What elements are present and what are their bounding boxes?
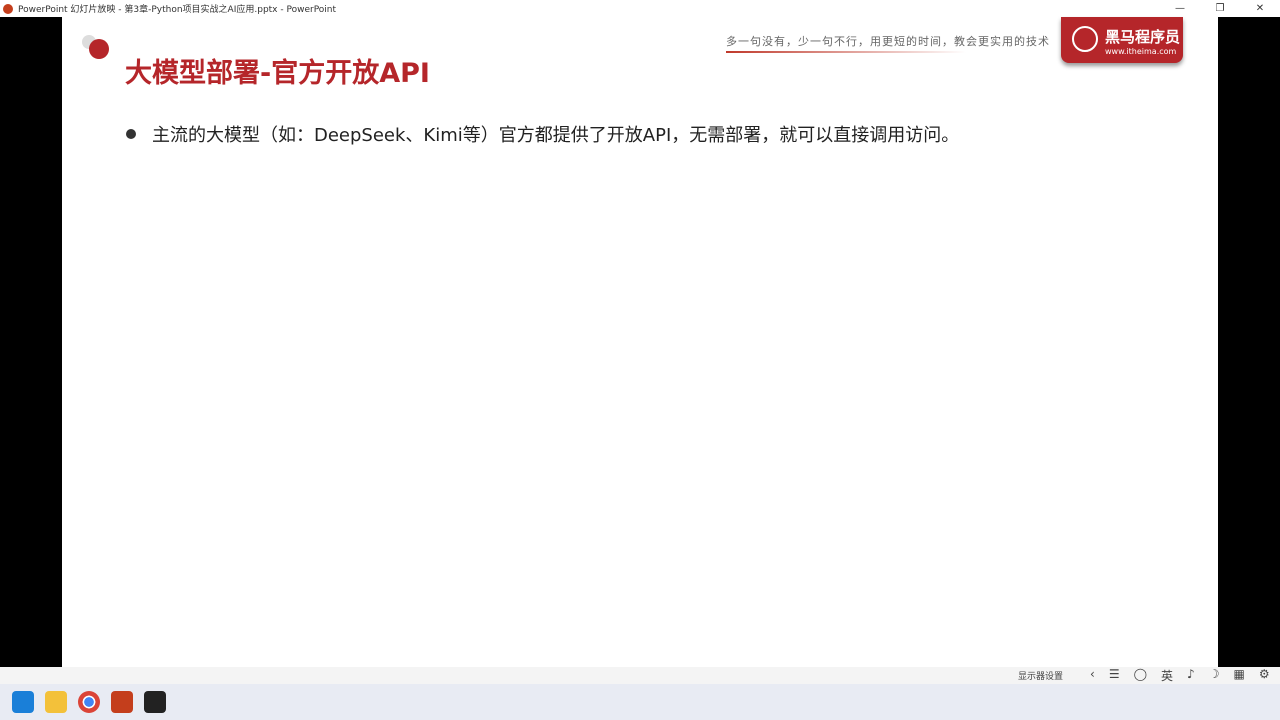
window-title: PowerPoint 幻灯片放映 - 第3章-Python项目实战之AI应用.p…: [18, 5, 337, 15]
ime-language-icon[interactable]: 英: [1161, 667, 1173, 684]
bullet-dot-icon: [126, 129, 136, 139]
chrome-icon[interactable]: [78, 691, 100, 713]
horse-logo-icon: [1072, 26, 1098, 52]
settings-gear-icon[interactable]: ⚙: [1259, 667, 1270, 684]
menu-icon[interactable]: ☰: [1109, 667, 1120, 684]
slideshow-controls: 显示器设置 ‹ ☰ ◯ 英 ♪ ☽ ▦ ⚙: [0, 667, 1280, 684]
moon-icon[interactable]: ☽: [1209, 667, 1220, 684]
keyboard-icon[interactable]: ▦: [1233, 667, 1244, 684]
slide: 大模型部署-官方开放API 多一句没有，少一句不行，用更短的时间，教会更实用的技…: [62, 17, 1218, 667]
motto-underline: [726, 51, 966, 53]
terminal-icon[interactable]: [144, 691, 166, 713]
brand-name: 黑马程序员: [1105, 28, 1181, 46]
display-settings-button[interactable]: 显示器设置: [1018, 669, 1063, 682]
prev-button[interactable]: ‹: [1090, 667, 1095, 684]
powerpoint-icon[interactable]: [111, 691, 133, 713]
decor-dot-red: [89, 39, 109, 59]
powerpoint-icon: [3, 3, 13, 14]
bullet-item: 主流的大模型（如：DeepSeek、Kimi等）官方都提供了开放API，无需部署…: [126, 121, 959, 147]
minimize-button[interactable]: —: [1160, 0, 1200, 17]
windows-start-icon[interactable]: [12, 691, 34, 713]
file-explorer-icon[interactable]: [45, 691, 67, 713]
brand-url: www.itheima.com: [1105, 47, 1177, 56]
bullet-text: 主流的大模型（如：DeepSeek、Kimi等）官方都提供了开放API，无需部署…: [152, 125, 960, 146]
close-button[interactable]: ✕: [1240, 0, 1280, 17]
motto: 多一句没有，少一句不行，用更短的时间，教会更实用的技术: [726, 35, 1050, 48]
slide-title: 大模型部署-官方开放API: [125, 58, 430, 89]
pen-circle-icon[interactable]: ◯: [1134, 667, 1147, 684]
brand-logo: 黑马程序员 www.itheima.com: [1061, 17, 1183, 63]
title-bar: PowerPoint 幻灯片放映 - 第3章-Python项目实战之AI应用.p…: [0, 0, 1280, 17]
audio-icon[interactable]: ♪: [1187, 667, 1195, 684]
restore-button[interactable]: ❐: [1200, 0, 1240, 17]
taskbar: [0, 684, 1280, 720]
